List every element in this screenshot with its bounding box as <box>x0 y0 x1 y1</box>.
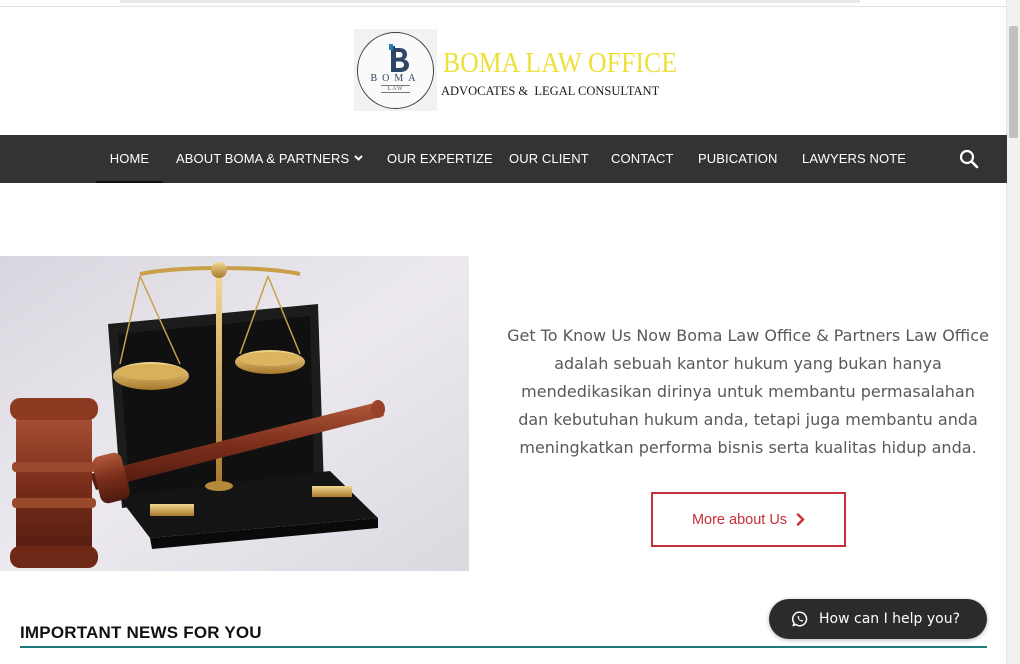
nav-item-home[interactable]: HOME <box>96 135 163 183</box>
news-section-divider <box>20 646 987 648</box>
nav-item-label: OUR EXPERTIZE <box>387 151 493 166</box>
nav-item-label: ABOUT BOMA & PARTNERS <box>176 151 350 166</box>
top-strip-shade <box>120 0 860 3</box>
whatsapp-icon <box>792 611 808 627</box>
logo-subtext: LAW <box>354 85 437 93</box>
site-logo[interactable]: BOMA LAW <box>354 29 437 111</box>
nav-item-client[interactable]: OUR CLIENT <box>509 135 589 183</box>
more-about-us-label: More about Us <box>691 511 788 528</box>
hero-illustration <box>0 256 469 571</box>
page-scrollbar[interactable] <box>1006 0 1020 664</box>
scrollbar-thumb[interactable] <box>1009 26 1018 138</box>
nav-item-label: LAWYERS NOTE <box>802 151 907 166</box>
nav-item-contact[interactable]: CONTACT <box>611 135 674 183</box>
nav-item-publication[interactable]: PUBICATION <box>698 135 778 183</box>
news-section-title: IMPORTANT NEWS FOR YOU <box>20 623 262 642</box>
nav-item-label: HOME <box>109 151 150 166</box>
logo-b-mark-icon <box>389 44 409 72</box>
nav-item-about[interactable]: ABOUT BOMA & PARTNERS <box>176 135 364 183</box>
nav-item-label: CONTACT <box>611 151 674 166</box>
search-icon[interactable] <box>958 148 980 170</box>
logo-subtext-label: LAW <box>381 85 410 93</box>
chevron-down-icon <box>354 155 364 161</box>
chat-help-button[interactable]: How can I help you? <box>769 599 987 639</box>
logo-wordmark: BOMA <box>370 73 421 84</box>
hero-image-scales-of-justice <box>0 256 469 571</box>
chat-help-label: How can I help you? <box>819 611 961 627</box>
nav-item-label: OUR CLIENT <box>509 151 589 166</box>
main-navigation: HOME ABOUT BOMA & PARTNERS OUR EXPERTIZE… <box>0 135 1007 183</box>
browser-top-strip <box>0 0 1007 7</box>
brand-title[interactable]: BOMA LAW OFFICE <box>443 47 677 80</box>
more-about-us-button[interactable]: More about Us <box>651 492 846 547</box>
nav-item-expertize[interactable]: OUR EXPERTIZE <box>387 135 493 183</box>
site-header: BOMA LAW BOMA LAW OFFICE ADVOCATES & LEG… <box>0 7 1007 135</box>
chevron-right-icon <box>796 513 805 526</box>
brand-subtitle: ADVOCATES & LEGAL CONSULTANT <box>441 84 660 98</box>
nav-item-lawyers-note[interactable]: LAWYERS NOTE <box>802 135 906 183</box>
nav-item-label: PUBICATION <box>698 151 778 166</box>
about-description: Get To Know Us Now Boma Law Office & Par… <box>507 326 989 457</box>
